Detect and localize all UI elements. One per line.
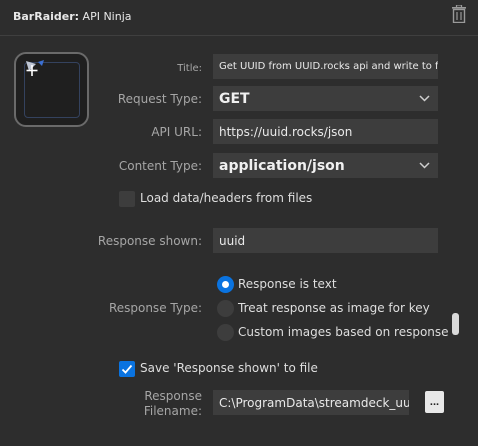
response-filename-label-line1: Response <box>144 389 202 403</box>
save-to-file-checkbox[interactable] <box>119 361 135 377</box>
plugin-name: BarRaider: <box>13 10 80 23</box>
content-type-select[interactable]: application/json <box>213 153 438 178</box>
load-from-files-checkbox[interactable] <box>119 191 135 207</box>
response-filename-label: Response Filename: <box>144 389 202 419</box>
radio-response-text-label: Response is text <box>238 277 337 291</box>
request-type-label: Request Type: <box>117 92 202 106</box>
header-title: BarRaider: API Ninja <box>13 10 132 23</box>
radio-response-image-label: Treat response as image for key <box>238 301 430 315</box>
title-field[interactable]: Get UUID from UUID.rocks api and write t… <box>213 54 438 79</box>
browse-button[interactable]: ... <box>425 391 444 413</box>
request-type-select[interactable]: GET <box>213 86 438 111</box>
response-shown-field[interactable]: uuid <box>213 228 438 253</box>
header: BarRaider: API Ninja <box>0 0 478 36</box>
radio-response-image[interactable] <box>217 300 234 317</box>
scrollbar-thumb[interactable] <box>452 313 459 335</box>
content-type-value: application/json <box>219 157 345 174</box>
response-shown-label: Response shown: <box>97 234 202 248</box>
request-type-value: GET <box>219 90 250 107</box>
chevron-down-icon <box>419 95 430 102</box>
radio-custom-images[interactable] <box>217 324 234 341</box>
api-url-label: API URL: <box>151 125 202 139</box>
response-type-label: Response Type: <box>108 301 202 315</box>
action-name: API Ninja <box>79 10 132 23</box>
radio-custom-images-label: Custom images based on response <box>238 325 449 339</box>
load-from-files-label: Load data/headers from files <box>140 191 313 205</box>
api-url-field[interactable]: https://uuid.rocks/json <box>213 119 438 144</box>
chevron-down-icon <box>419 162 430 169</box>
title-label: Title: <box>177 63 202 74</box>
trash-icon[interactable] <box>451 5 467 23</box>
scrollbar-track[interactable] <box>451 84 459 424</box>
content-type-label: Content Type: <box>118 159 202 173</box>
checkmark-icon <box>121 364 133 374</box>
radio-response-text[interactable] <box>217 276 234 293</box>
plus-pointer-icon <box>26 60 44 76</box>
key-image-preview[interactable] <box>14 52 89 127</box>
response-filename-label-line2: Filename: <box>143 404 202 418</box>
save-to-file-label: Save 'Response shown' to file <box>140 361 318 375</box>
response-filename-field[interactable]: C:\ProgramData\streamdeck_uuid_ <box>213 390 409 415</box>
